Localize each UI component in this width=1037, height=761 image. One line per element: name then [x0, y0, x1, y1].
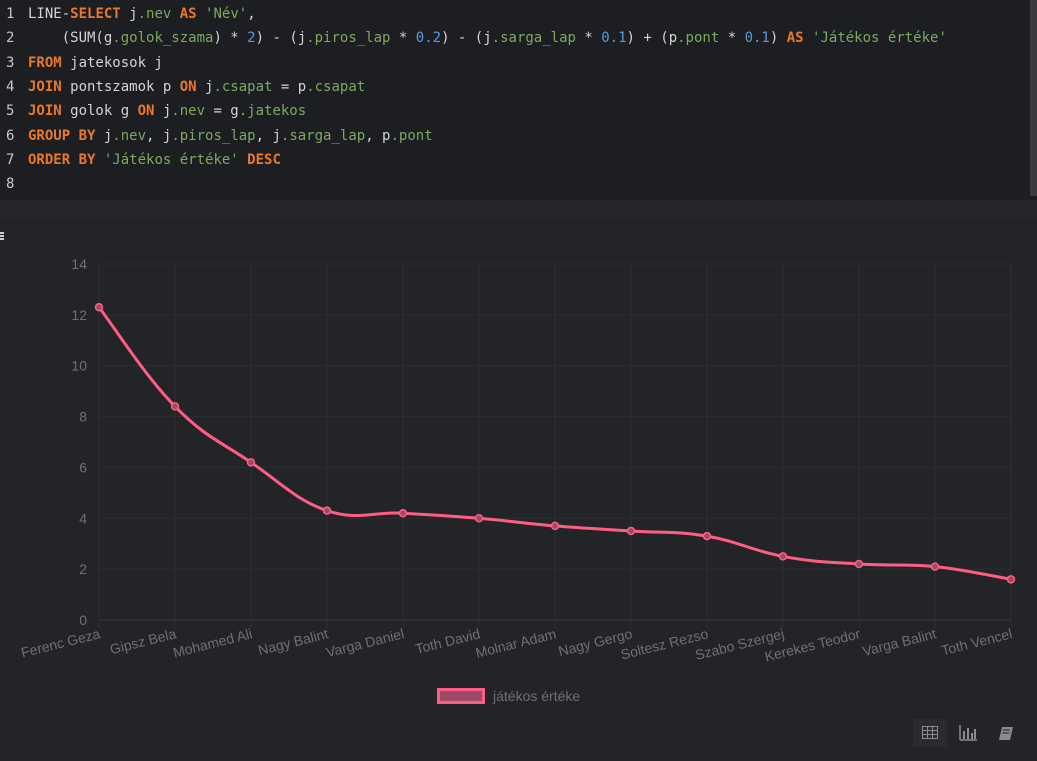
- x-tick-label: Molnar Adam: [474, 625, 558, 660]
- legend-swatch[interactable]: [437, 688, 485, 704]
- data-point: [398, 508, 408, 518]
- chart-legend[interactable]: játékos értéke: [437, 686, 580, 706]
- bar-chart-icon: [959, 725, 977, 741]
- x-tick-label: Gipsz Bela: [108, 625, 178, 657]
- data-point: [702, 531, 712, 541]
- legend-label: játékos értéke: [493, 688, 581, 704]
- data-point: [778, 552, 788, 561]
- y-tick-label: 12: [71, 307, 87, 323]
- y-tick-label: 10: [71, 358, 87, 374]
- y-tick-label: 4: [79, 510, 87, 526]
- table-view-button[interactable]: [913, 719, 947, 747]
- data-point: [322, 506, 332, 515]
- x-tick-label: Toth David: [414, 625, 482, 657]
- docs-button[interactable]: [989, 719, 1023, 747]
- x-tick-label: Toth Vencel: [940, 625, 1014, 658]
- y-tick-label: 0: [79, 612, 87, 628]
- y-tick-label: 2: [79, 561, 87, 577]
- data-point: [94, 302, 104, 312]
- table-icon: [922, 726, 938, 739]
- y-tick-label: 14: [71, 256, 87, 272]
- data-point: [246, 458, 256, 467]
- x-tick-label: Ferenc Geza: [19, 625, 102, 660]
- data-point: [1006, 575, 1016, 584]
- x-tick-label: Nagy Balint: [256, 625, 329, 658]
- x-tick-label: Varga Balint: [861, 625, 938, 659]
- data-point: [170, 402, 180, 411]
- data-point: [626, 526, 636, 536]
- data-point: [474, 514, 484, 523]
- book-icon: [999, 726, 1013, 740]
- data-point: [550, 521, 560, 531]
- line-chart: 0 2 4 6 8 10 12 14 Ferenc Geza Gipsz BelaMohamed …: [19, 256, 1016, 665]
- data-point: [930, 562, 940, 571]
- y-tick-label: 6: [79, 459, 87, 475]
- x-tick-label: Mohamed Ali: [171, 625, 253, 660]
- y-tick-label: 8: [79, 409, 87, 425]
- chart-view-button[interactable]: [951, 719, 985, 747]
- data-point: [854, 559, 864, 569]
- x-tick-label: Varga Daniel: [324, 625, 405, 660]
